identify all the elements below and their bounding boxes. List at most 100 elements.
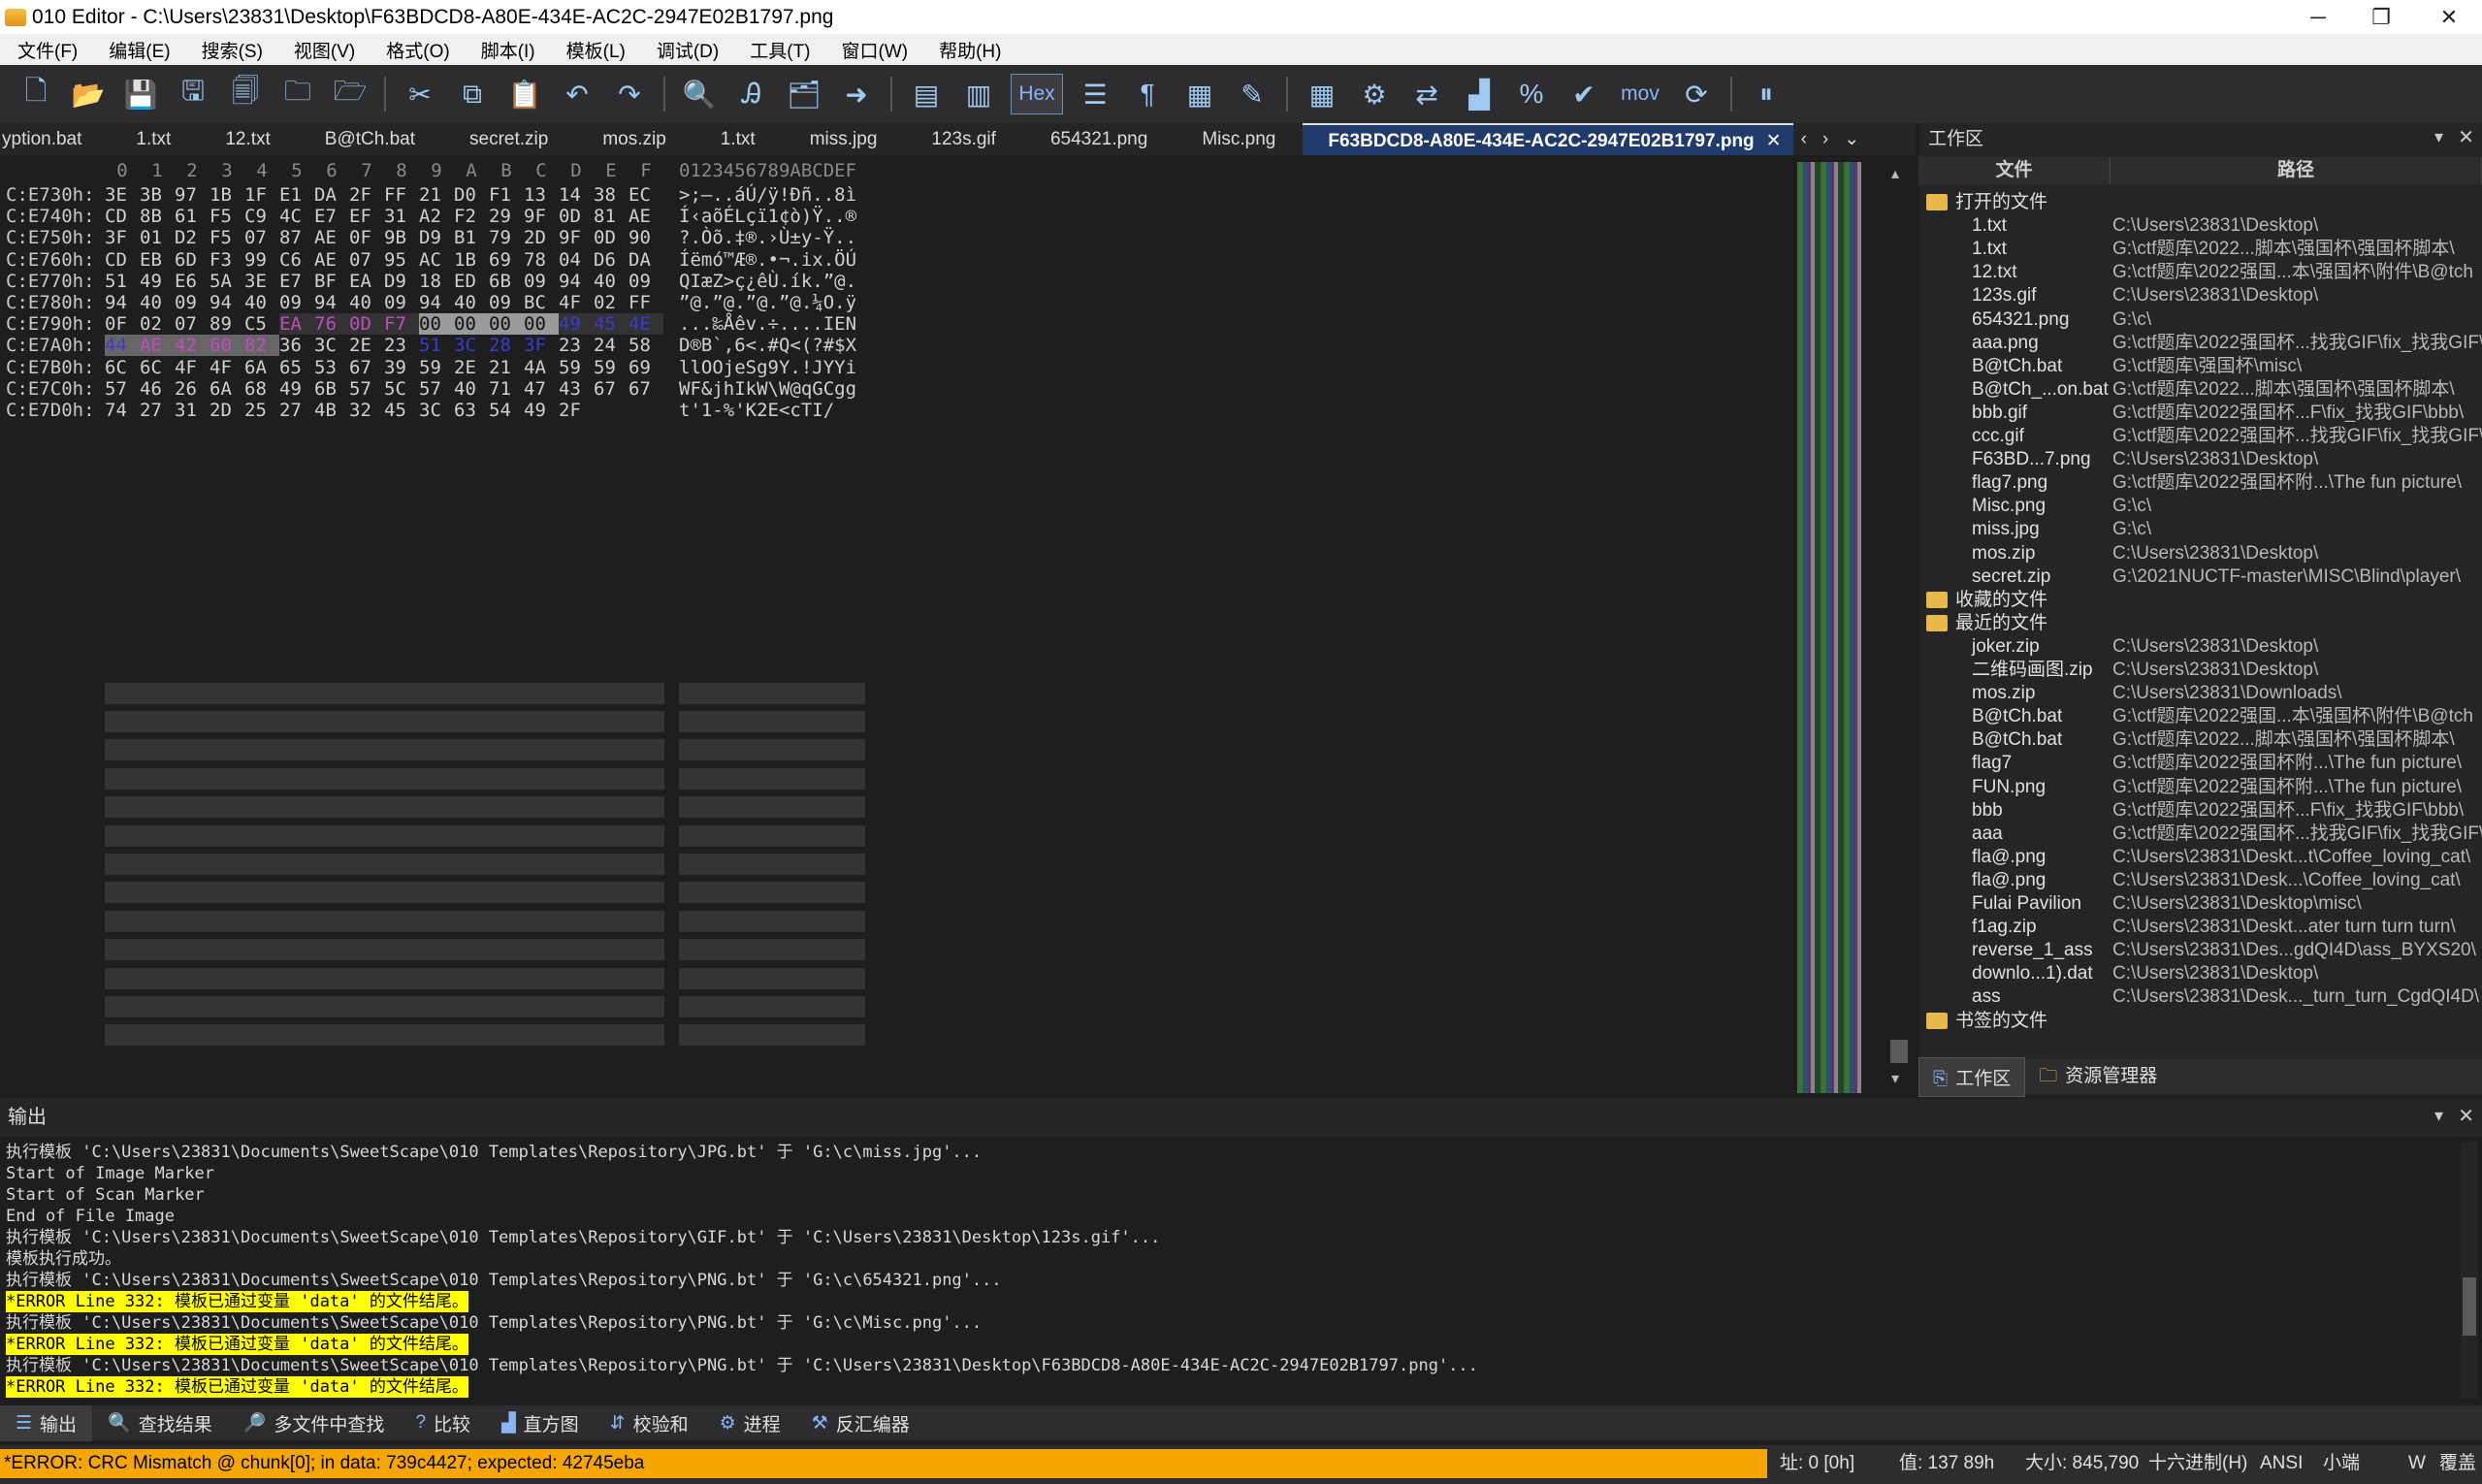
hex-byte[interactable]: 67 bbox=[629, 378, 663, 400]
scroll-down-icon[interactable]: ▾ bbox=[1891, 1069, 1899, 1088]
hex-byte[interactable]: 51 bbox=[105, 271, 140, 292]
hex-byte[interactable]: 09 bbox=[279, 292, 314, 313]
hex-byte[interactable]: 6C bbox=[140, 357, 175, 378]
hex-byte[interactable]: 78 bbox=[524, 249, 559, 271]
hex-byte[interactable]: 9B bbox=[384, 227, 419, 248]
hex-byte[interactable]: FF bbox=[384, 184, 419, 206]
hex-byte[interactable]: 58 bbox=[629, 335, 663, 356]
hex-row[interactable]: C:E750h: 3F 01 D2 F5 07 87 AE 0F 9B D9 B1 79 2D 9F 0D 90… bbox=[0, 227, 970, 248]
hex-row[interactable]: C:E7D0h: 74 27 31 2D 25 27 4B 32 45 3C 63 54 49 2F t'1-… bbox=[0, 400, 970, 421]
menu-file[interactable]: 文件(F) bbox=[0, 37, 91, 63]
hex-byte[interactable]: 40 bbox=[594, 271, 629, 292]
hex-byte[interactable]: B1 bbox=[454, 227, 489, 248]
workspace-file-item[interactable]: 12.txt G:\ctf题库\2022强国...本\强国杯\附件\B@tch bbox=[1918, 261, 2482, 284]
scroll-up-icon[interactable]: ▴ bbox=[1891, 164, 1899, 183]
hex-byte[interactable]: 0F bbox=[349, 227, 384, 248]
hex-byte[interactable]: 23 bbox=[384, 335, 419, 356]
hex-ascii[interactable]: ”@.”@.”@.”@.¼O.ÿ bbox=[679, 292, 856, 313]
open-file-icon[interactable]: 📂 bbox=[68, 74, 109, 114]
hex-bytes[interactable]: 3F 01 D2 F5 07 87 AE 0F 9B D9 B1 79 2D 9F 0D 90 bbox=[105, 227, 663, 248]
tab-file[interactable]: yption.bat bbox=[0, 123, 109, 155]
hex-byte[interactable]: 82 bbox=[244, 335, 279, 357]
tab-file[interactable]: mos.zip bbox=[575, 123, 693, 155]
hex-byte[interactable]: 2E bbox=[349, 335, 384, 356]
workspace-file-item[interactable]: 1.txt G:\ctf题库\2022...脚本\强国杯\强国杯脚本\ bbox=[1918, 238, 2482, 261]
save-all-icon[interactable]: 🗐 bbox=[225, 74, 266, 114]
hex-byte[interactable]: EF bbox=[349, 206, 384, 227]
run-script-icon[interactable]: ▤ bbox=[906, 74, 947, 114]
tab-file[interactable]: miss.jpg bbox=[783, 123, 905, 155]
workspace-group[interactable]: 打开的文件 bbox=[1918, 191, 2482, 214]
hex-byte[interactable]: C6 bbox=[279, 249, 314, 271]
hex-byte[interactable]: BF bbox=[314, 271, 349, 292]
hex-byte[interactable]: 4A bbox=[524, 357, 559, 378]
hex-byte[interactable]: 71 bbox=[489, 378, 524, 400]
hex-byte[interactable]: 4F bbox=[559, 292, 594, 313]
hex-byte[interactable]: BC bbox=[524, 292, 559, 313]
hex-byte[interactable]: 42 bbox=[175, 335, 210, 357]
status-overwrite[interactable]: 覆盖 bbox=[2439, 1449, 2476, 1478]
hex-byte[interactable]: 00 bbox=[419, 313, 454, 336]
workspace-file-item[interactable]: B@tCh.bat G:\ctf题库\强国杯\misc\ bbox=[1918, 355, 2482, 378]
hex-byte[interactable]: 09 bbox=[489, 292, 524, 313]
workspace-file-item[interactable]: aaa.png G:\ctf题库\2022强国杯...找我GIF\fix_找我GI… bbox=[1918, 332, 2482, 355]
tab-disassembler[interactable]: ⚒ 反汇编器 bbox=[796, 1405, 925, 1441]
hex-byte[interactable]: 57 bbox=[349, 378, 384, 400]
hex-byte[interactable]: 95 bbox=[384, 249, 419, 271]
menu-help[interactable]: 帮助(H) bbox=[921, 37, 1015, 63]
text-mode-icon[interactable]: ☰ bbox=[1075, 74, 1115, 114]
columns-icon[interactable]: ▦ bbox=[1179, 74, 1220, 114]
hex-byte[interactable]: 3E bbox=[105, 184, 140, 206]
copy-icon[interactable]: ⧉ bbox=[452, 74, 493, 114]
hex-ascii[interactable]: ...‰Åêv.÷....IEN bbox=[679, 313, 856, 335]
hex-byte[interactable]: D0 bbox=[454, 184, 489, 206]
hex-byte[interactable]: 94 bbox=[210, 292, 244, 313]
open-folder-icon[interactable]: 🗀 bbox=[277, 74, 318, 114]
hex-byte[interactable]: 6B bbox=[489, 271, 524, 292]
hex-byte[interactable]: ED bbox=[454, 271, 489, 292]
menu-view[interactable]: 视图(V) bbox=[276, 37, 369, 63]
hex-byte[interactable]: CD bbox=[105, 206, 140, 227]
hex-byte[interactable]: 26 bbox=[175, 378, 210, 400]
hex-byte[interactable]: 49 bbox=[559, 313, 594, 336]
hex-bytes[interactable]: 74 27 31 2D 25 27 4B 32 45 3C 63 54 49 2F bbox=[105, 400, 594, 421]
output-close-icon[interactable]: ✕ bbox=[2458, 1104, 2474, 1128]
redo-icon[interactable]: ↷ bbox=[609, 74, 650, 114]
hex-byte[interactable]: 29 bbox=[489, 206, 524, 227]
hex-byte[interactable]: 27 bbox=[140, 400, 175, 421]
hex-byte[interactable]: 28 bbox=[489, 335, 524, 356]
hex-byte[interactable]: AC bbox=[419, 249, 454, 271]
hex-bytes[interactable]: 51 49 E6 5A 3E E7 BF EA D9 18 ED 6B 09 94 40 09 bbox=[105, 271, 663, 292]
hex-byte[interactable]: 13 bbox=[524, 184, 559, 206]
hex-byte[interactable]: E6 bbox=[175, 271, 210, 292]
hex-byte[interactable]: 8B bbox=[140, 206, 175, 227]
hex-byte[interactable]: 44 bbox=[105, 335, 140, 357]
tab-output[interactable]: ☰ 输出 bbox=[0, 1404, 93, 1441]
hex-byte[interactable]: EC bbox=[629, 184, 663, 206]
hex-byte[interactable]: 60 bbox=[210, 335, 244, 357]
hex-bytes[interactable]: CD 8B 61 F5 C9 4C E7 EF 31 A2 F2 29 9F 0D 81 AE bbox=[105, 206, 663, 227]
hex-byte[interactable]: EB bbox=[140, 249, 175, 271]
hex-byte[interactable]: 38 bbox=[594, 184, 629, 206]
hex-byte[interactable]: 5C bbox=[384, 378, 419, 400]
maximize-button[interactable]: ❐ bbox=[2347, 0, 2415, 34]
hex-byte[interactable]: 49 bbox=[524, 400, 559, 421]
panel-menu-icon[interactable]: ▾ bbox=[2434, 127, 2443, 147]
hex-byte[interactable]: 9F bbox=[524, 206, 559, 227]
hex-byte[interactable]: 79 bbox=[489, 227, 524, 248]
hex-ascii[interactable]: ?.Òõ.‡®.›Ù±y-Ÿ.. bbox=[679, 227, 856, 248]
status-charset[interactable]: ANSI bbox=[2260, 1449, 2303, 1478]
percent-icon[interactable]: % bbox=[1511, 74, 1552, 114]
hex-byte[interactable]: 2F bbox=[559, 400, 594, 421]
workspace-file-item[interactable]: flag7 G:\ctf题库\2022强国杯附...\The fun pictur… bbox=[1918, 752, 2482, 775]
hex-byte[interactable]: 87 bbox=[279, 227, 314, 248]
hex-byte[interactable]: 67 bbox=[349, 357, 384, 378]
hex-byte[interactable]: 54 bbox=[489, 400, 524, 421]
hex-byte[interactable]: 45 bbox=[384, 400, 419, 421]
hex-byte[interactable]: 4E bbox=[629, 313, 663, 336]
hex-byte[interactable]: 69 bbox=[489, 249, 524, 271]
workspace-file-item[interactable]: ccc.gif G:\ctf题库\2022强国杯...找我GIF\fix_找我GI… bbox=[1918, 425, 2482, 448]
hex-byte[interactable]: 59 bbox=[559, 357, 594, 378]
tab-file[interactable]: 1.txt bbox=[109, 123, 198, 155]
menu-search[interactable]: 搜索(S) bbox=[184, 37, 276, 63]
